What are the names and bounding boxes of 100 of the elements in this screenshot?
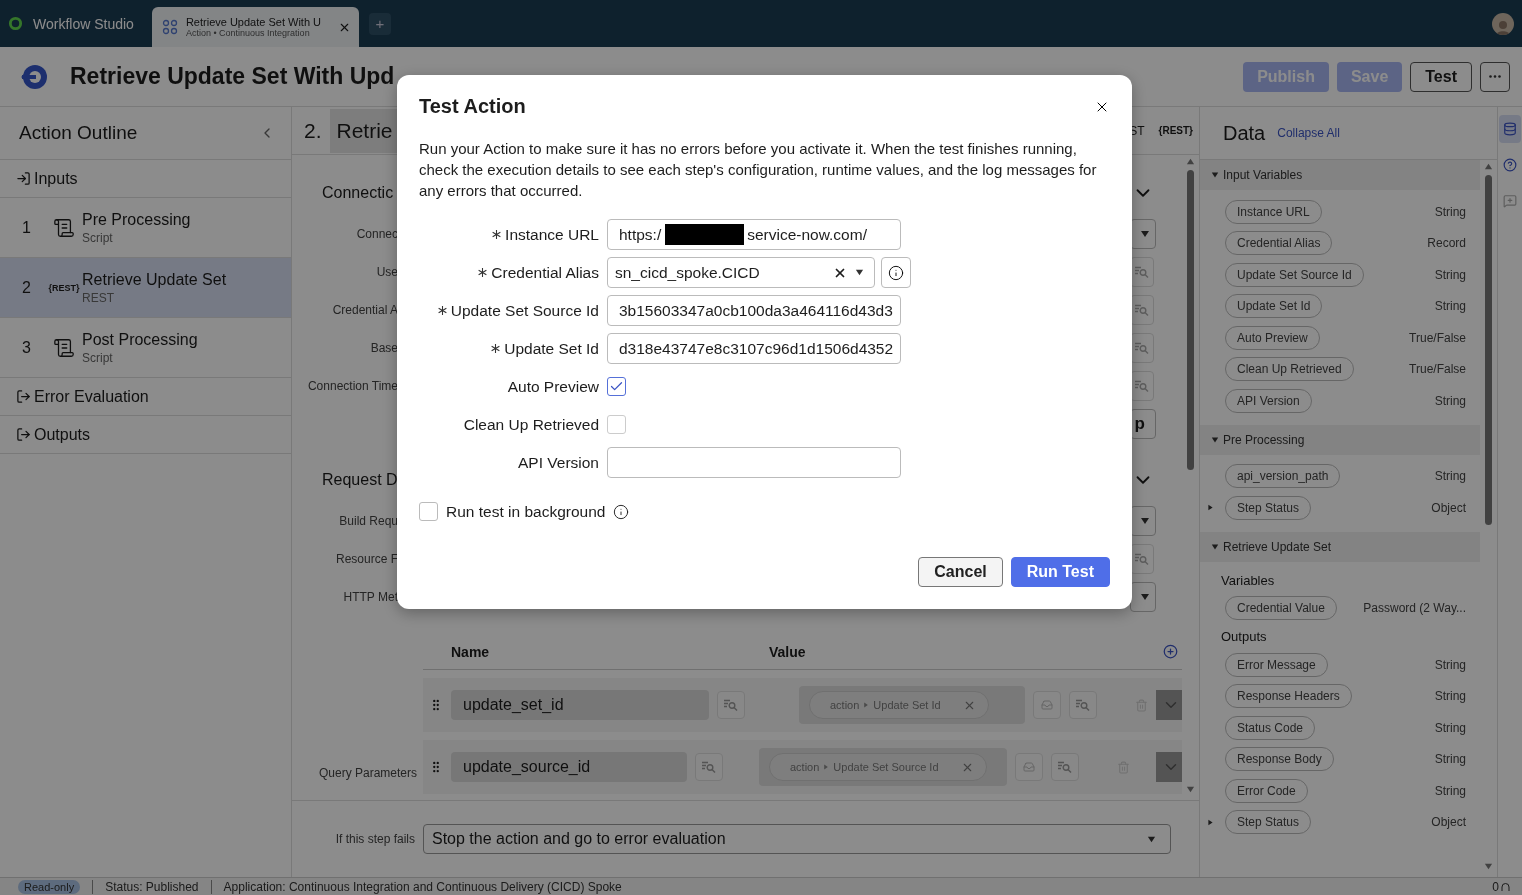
database-icon	[1503, 122, 1517, 136]
variable-type: String	[1434, 299, 1466, 314]
text-field[interactable]: https:/ service-now.com/	[607, 219, 901, 250]
list-search-icon	[702, 761, 716, 773]
panel-title: Action Outline	[19, 122, 138, 144]
help-icon	[1503, 158, 1517, 172]
exit-icon	[16, 427, 31, 442]
step-number: 2.	[304, 118, 322, 143]
scroll-down-icon	[1186, 785, 1195, 794]
group-header[interactable]: Retrieve Update Set	[1200, 531, 1480, 562]
notification-count[interactable]: 0	[1492, 879, 1510, 894]
text-field[interactable]	[607, 447, 901, 478]
variable-type: String	[1434, 689, 1466, 704]
field-label: HTTP Met	[342, 590, 398, 604]
field-label: If this step fails	[334, 832, 416, 846]
checkbox[interactable]	[607, 415, 626, 434]
subgroup-title: Outputs	[1220, 628, 1268, 646]
field-label: Use	[375, 265, 398, 279]
required-icon	[437, 306, 447, 315]
variable-type: Record	[1427, 236, 1466, 251]
variable-type: Object	[1431, 500, 1466, 515]
list-search-icon	[724, 699, 738, 711]
field-label: Update Set Id	[419, 339, 599, 358]
list-search-icon	[1135, 266, 1149, 278]
variable-type: String	[1434, 783, 1466, 798]
tab-subtitle: Action • Continuous Integration	[185, 28, 311, 38]
add-icon[interactable]	[1163, 644, 1178, 659]
dialog-button[interactable]: Cancel	[918, 557, 1003, 587]
field-label: Update Set Source Id	[419, 301, 599, 320]
list-search-icon	[1135, 342, 1149, 354]
status-text: Status: Published	[92, 879, 199, 894]
variable-type: String	[1434, 393, 1466, 408]
variable-type: String	[1434, 657, 1466, 672]
credential-select[interactable]: sn_cicd_spoke.CICD	[607, 257, 875, 288]
required-icon	[492, 230, 502, 239]
field-label: Auto Preview	[506, 377, 599, 396]
field-label: Clean Up Retrieved	[462, 415, 599, 434]
avatar[interactable]	[1492, 12, 1514, 35]
variable-type: String	[1434, 720, 1466, 735]
tray-icon	[1023, 761, 1035, 773]
value-field[interactable]: action Update Set Source Id	[759, 748, 1007, 786]
name-field[interactable]: update_source_id	[451, 752, 687, 782]
outline-item[interactable]: Outputs	[0, 416, 291, 454]
scroll-thumb[interactable]	[1187, 170, 1194, 470]
caret-icon	[1140, 229, 1150, 239]
toolbar-button[interactable]: Test	[1410, 61, 1472, 92]
list-search-icon	[1135, 380, 1149, 392]
editor-tab[interactable]: Retrieve Update Set With U Action • Continuous Integration	[151, 7, 359, 47]
scroll-thumb[interactable]	[1485, 175, 1492, 525]
variable-type: String	[1434, 204, 1466, 219]
name-field[interactable]: update_set_id	[451, 690, 709, 720]
more-button[interactable]	[1480, 61, 1510, 92]
caret-icon	[1211, 171, 1219, 179]
variable-type: True/False	[1409, 362, 1466, 377]
arrow-icon	[823, 764, 830, 770]
chat-icon	[1503, 194, 1517, 208]
checkbox-label: Run test in background	[446, 502, 606, 521]
value-pill: action Update Set Source Id	[769, 753, 987, 781]
info-button[interactable]	[881, 257, 911, 288]
checkbox[interactable]	[607, 377, 626, 396]
scroll-up-icon	[1186, 157, 1195, 166]
text-field[interactable]: 3b15603347a0cb100da3a464116d43d3	[607, 295, 901, 326]
caret-icon	[855, 268, 864, 277]
checkbox[interactable]	[419, 502, 438, 521]
exit-icon	[16, 389, 31, 404]
info-icon[interactable]	[613, 503, 630, 520]
back-icon[interactable]	[20, 62, 48, 91]
scroll-up-icon	[1484, 162, 1493, 171]
group-header[interactable]: Input Variables	[1200, 160, 1480, 190]
group-header[interactable]: Pre Processing	[1200, 424, 1480, 455]
page-title: Retrieve Update Set With Upd	[70, 63, 395, 90]
value-field[interactable]: action Update Set Id	[799, 686, 1025, 724]
list-search-icon	[1135, 304, 1149, 316]
failure-select[interactable]: Stop the action and go to error evaluation	[423, 824, 1171, 854]
caret-icon	[1140, 516, 1150, 526]
text-field[interactable]: d318e43747e8c3107c96d1d1506d4352	[607, 333, 901, 364]
variable-type: String	[1434, 752, 1466, 767]
required-icon	[478, 268, 488, 277]
dialog-button[interactable]: Run Test	[1010, 557, 1110, 587]
caret-icon	[1211, 542, 1219, 551]
list-search-icon	[1076, 699, 1090, 711]
setup-button[interactable]: p	[1130, 409, 1156, 439]
collapse-all-link[interactable]: Collapse All	[1277, 126, 1340, 140]
variable-type: Object	[1431, 815, 1466, 830]
value-pill: action Update Set Id	[809, 691, 989, 719]
dropdown[interactable]	[1130, 219, 1156, 249]
field-label: Build Requ	[338, 514, 398, 528]
column-header: Value	[769, 643, 806, 660]
arrow-icon	[863, 702, 870, 708]
outline-item[interactable]: Error Evaluation	[0, 378, 291, 416]
new-tab-button[interactable]: +	[368, 12, 391, 35]
dropdown[interactable]	[1130, 582, 1156, 612]
field-label: Connection Time	[306, 379, 398, 393]
field-label: Connec	[355, 227, 398, 241]
rest-label: {REST}	[1158, 125, 1193, 136]
subgroup-title: Variables	[1220, 571, 1276, 590]
dropdown[interactable]	[1130, 506, 1156, 536]
tab-title: Retrieve Update Set With U	[185, 16, 323, 28]
variable-type: String	[1434, 469, 1466, 484]
rail-button[interactable]	[1499, 115, 1521, 143]
